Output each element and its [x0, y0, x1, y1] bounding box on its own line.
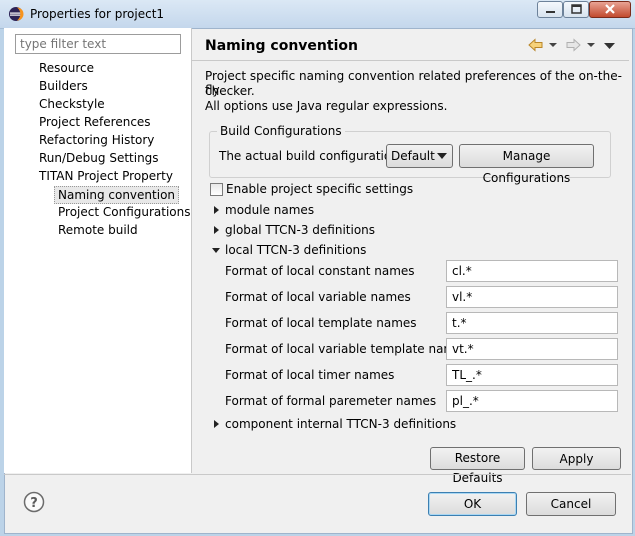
page-title: Naming convention [205, 38, 358, 54]
maximize-button[interactable] [563, 1, 589, 18]
tree-item-run-debug-settings[interactable]: Run/Debug Settings [36, 149, 162, 167]
page-description-line1: Project specific naming convention relat… [205, 69, 622, 97]
tree-item-project-references[interactable]: Project References [36, 113, 154, 131]
close-icon [605, 4, 615, 14]
section-global-definitions[interactable]: global TTCN-3 definitions [225, 223, 375, 237]
close-button[interactable] [589, 1, 631, 18]
minimize-button[interactable] [537, 1, 563, 18]
tree-item-builders[interactable]: Builders [36, 77, 91, 95]
bottom-separator [4, 474, 631, 475]
tree-item-project-configurations[interactable]: Project Configurations [55, 203, 194, 221]
formal-parameter-input[interactable] [446, 390, 618, 412]
back-button[interactable] [528, 38, 558, 55]
expand-component-definitions-icon[interactable] [214, 420, 219, 428]
local-variable-template-input[interactable] [446, 338, 618, 360]
local-constant-label: Format of local constant names [225, 264, 415, 278]
enable-project-settings-checkbox[interactable] [210, 183, 223, 196]
chevron-down-icon [437, 153, 447, 159]
apply-button[interactable]: Apply [532, 447, 621, 470]
expand-global-definitions-icon[interactable] [214, 226, 219, 234]
build-configuration-value: Default [391, 149, 435, 163]
section-local-definitions[interactable]: local TTCN-3 definitions [225, 243, 366, 257]
build-configuration-select[interactable]: Default [386, 144, 453, 168]
tree-item-resource[interactable]: Resource [36, 59, 97, 77]
page-description-line2: checker. [205, 84, 255, 98]
chevron-down-icon [604, 43, 615, 49]
forward-arrow-icon [566, 38, 595, 52]
forward-button[interactable] [565, 38, 597, 55]
manage-configurations-button[interactable]: Manage Configurations [459, 144, 594, 185]
local-variable-input[interactable] [446, 286, 618, 308]
back-arrow-icon [528, 38, 557, 52]
build-configuration-label: The actual build configuration: [219, 149, 403, 163]
help-button[interactable]: ? [23, 491, 45, 516]
title-bar[interactable]: Properties for project1 [0, 0, 635, 29]
view-menu-button[interactable] [603, 40, 617, 54]
eclipse-icon [9, 7, 24, 21]
local-variable-label: Format of local variable names [225, 290, 411, 304]
enable-project-settings-label: Enable project specific settings [226, 182, 414, 196]
tree-item-titan-project-property[interactable]: TITAN Project Property [36, 167, 176, 185]
local-timer-input[interactable] [446, 364, 618, 386]
formal-parameter-label: Format of formal paremeter names [225, 394, 437, 408]
ok-button[interactable]: OK [428, 492, 517, 516]
local-timer-label: Format of local timer names [225, 368, 395, 382]
expand-module-names-icon[interactable] [214, 206, 219, 214]
maximize-icon [571, 4, 582, 14]
minimize-icon [546, 11, 555, 13]
section-component-definitions[interactable]: component internal TTCN-3 definitions [225, 417, 456, 431]
section-module-names[interactable]: module names [225, 203, 314, 217]
page-description-line3: All options use Java regular expressions… [205, 99, 448, 113]
tree-item-refactoring-history[interactable]: Refactoring History [36, 131, 157, 149]
filter-input[interactable] [15, 34, 181, 54]
restore-defaults-button[interactable]: Restore Defaults [430, 447, 525, 485]
svg-text:?: ? [30, 496, 38, 511]
header-separator [192, 60, 629, 61]
tree-item-naming-convention[interactable]: Naming convention [54, 186, 180, 204]
build-configurations-title: Build Configurations [217, 124, 345, 138]
collapse-local-definitions-icon[interactable] [212, 248, 220, 253]
local-constant-input[interactable] [446, 260, 618, 282]
tree-item-remote-build[interactable]: Remote build [55, 221, 141, 239]
tree-item-checkstyle[interactable]: Checkstyle [36, 95, 108, 113]
cancel-button[interactable]: Cancel [526, 492, 616, 516]
local-template-label: Format of local template names [225, 316, 417, 330]
window-title: Properties for project1 [30, 7, 165, 21]
help-icon: ? [23, 491, 45, 513]
local-template-input[interactable] [446, 312, 618, 334]
local-variable-template-label: Format of local variable template names [225, 342, 469, 356]
